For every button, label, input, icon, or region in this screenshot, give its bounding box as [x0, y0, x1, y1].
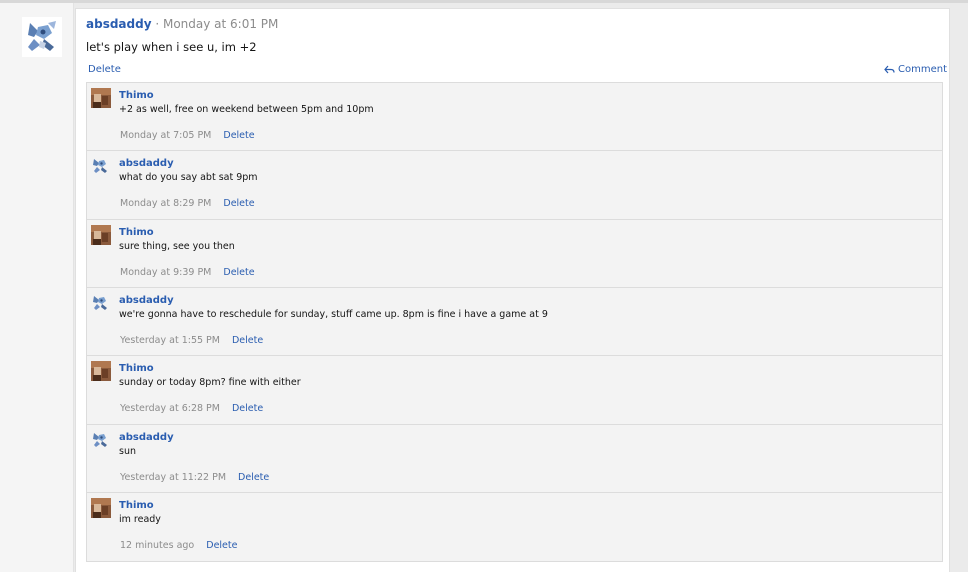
absdaddy-avatar[interactable] [91, 430, 111, 450]
header-separator: · [151, 17, 163, 31]
list-item: absdaddy what do you say abt sat 9pm Mon… [87, 151, 942, 220]
replies-list: Thimo +2 as well, free on weekend betwee… [86, 82, 943, 562]
absdaddy-avatar-icon [22, 17, 62, 57]
reply-meta: Monday at 8:29 PM Delete [120, 198, 255, 209]
reply-text: im ready [119, 514, 161, 525]
reply-meta: Yesterday at 1:55 PM Delete [120, 335, 263, 346]
reply-text: what do you say abt sat 9pm [119, 172, 258, 183]
reply-timestamp[interactable]: 12 minutes ago [120, 540, 194, 551]
thimo-avatar[interactable] [91, 498, 111, 518]
reply-delete-link[interactable]: Delete [238, 472, 269, 483]
comment-label: Comment [898, 64, 947, 75]
post-timestamp[interactable]: Monday at 6:01 PM [163, 17, 278, 31]
reply-meta: Yesterday at 6:28 PM Delete [120, 403, 263, 414]
reply-meta: 12 minutes ago Delete [120, 540, 237, 551]
reply-text: sun [119, 446, 136, 457]
reply-timestamp[interactable]: Yesterday at 11:22 PM [120, 472, 226, 483]
reply-author[interactable]: Thimo [119, 500, 154, 511]
list-item: Thimo sunday or today 8pm? fine with eit… [87, 356, 942, 425]
thimo-avatar[interactable] [91, 361, 111, 381]
thimo-avatar[interactable] [91, 88, 111, 108]
reply-delete-link[interactable]: Delete [223, 198, 254, 209]
top-strip [0, 0, 968, 3]
reply-timestamp[interactable]: Monday at 9:39 PM [120, 267, 211, 278]
list-item: Thimo im ready 12 minutes ago Delete [87, 493, 942, 561]
comment-button[interactable]: Comment [884, 64, 947, 75]
reply-text: sure thing, see you then [119, 241, 235, 252]
reply-timestamp[interactable]: Yesterday at 6:28 PM [120, 403, 220, 414]
reply-timestamp[interactable]: Monday at 8:29 PM [120, 198, 211, 209]
reply-meta: Yesterday at 11:22 PM Delete [120, 472, 269, 483]
reply-author[interactable]: absdaddy [119, 158, 174, 169]
absdaddy-avatar[interactable] [91, 156, 111, 176]
reply-delete-link[interactable]: Delete [223, 130, 254, 141]
reply-timestamp[interactable]: Yesterday at 1:55 PM [120, 335, 220, 346]
list-item: absdaddy we're gonna have to reschedule … [87, 288, 942, 356]
reply-delete-link[interactable]: Delete [223, 267, 254, 278]
post-body: let's play when i see u, im +2 [86, 40, 257, 54]
reply-timestamp[interactable]: Monday at 7:05 PM [120, 130, 211, 141]
reply-text: +2 as well, free on weekend between 5pm … [119, 104, 374, 115]
reply-delete-link[interactable]: Delete [232, 403, 263, 414]
list-item: Thimo +2 as well, free on weekend betwee… [87, 83, 942, 151]
list-item: absdaddy sun Yesterday at 11:22 PM Delete [87, 425, 942, 493]
reply-author[interactable]: absdaddy [119, 295, 174, 306]
post-author-avatar[interactable] [22, 17, 62, 57]
thimo-avatar[interactable] [91, 225, 111, 245]
absdaddy-avatar[interactable] [91, 293, 111, 313]
reply-author[interactable]: Thimo [119, 363, 154, 374]
reply-arrow-icon [884, 65, 895, 74]
reply-delete-link[interactable]: Delete [232, 335, 263, 346]
reply-author[interactable]: absdaddy [119, 432, 174, 443]
post-delete-link[interactable]: Delete [88, 64, 121, 75]
reply-text: we're gonna have to reschedule for sunda… [119, 309, 548, 320]
left-gutter [0, 3, 74, 572]
list-item: Thimo sure thing, see you then Monday at… [87, 220, 942, 288]
reply-meta: Monday at 7:05 PM Delete [120, 130, 255, 141]
reply-delete-link[interactable]: Delete [206, 540, 237, 551]
post-author[interactable]: absdaddy [86, 17, 152, 31]
post-header: absdaddy · Monday at 6:01 PM [86, 17, 278, 31]
reply-author[interactable]: Thimo [119, 90, 154, 101]
reply-text: sunday or today 8pm? fine with either [119, 377, 301, 388]
reply-meta: Monday at 9:39 PM Delete [120, 267, 255, 278]
reply-author[interactable]: Thimo [119, 227, 154, 238]
